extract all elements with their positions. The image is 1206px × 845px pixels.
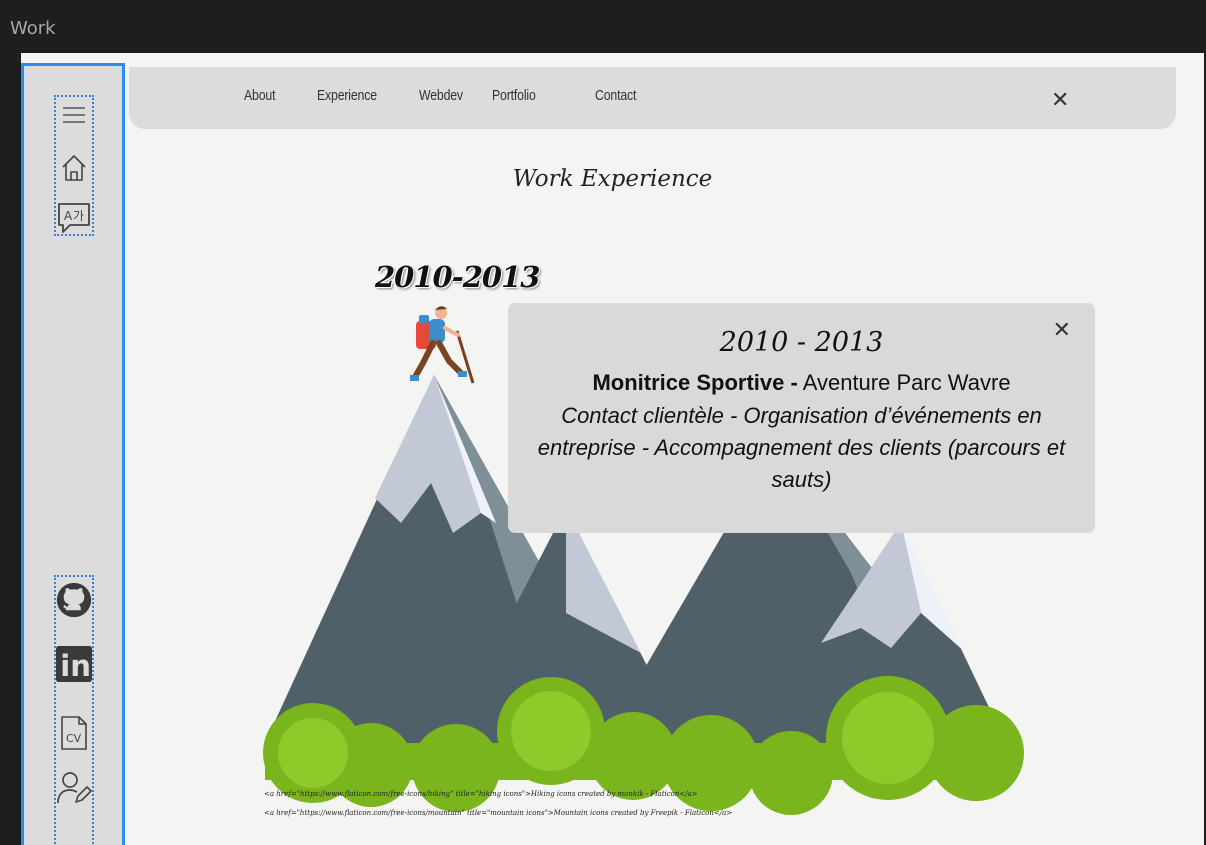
experience-popup: ✕ 2010 - 2013 Monitrice Sportive - Avent… [508,303,1095,533]
page-frame: A가 in CV About Experience Webdev Portfol… [21,53,1204,845]
popup-years: 2010 - 2013 [719,327,884,358]
hiker-figure [410,306,475,384]
popup-role: Monitrice Sportive - [592,370,798,395]
popup-company: Aventure Parc Wavre [797,370,1011,395]
credit-mountain: <a href="https://www.flaticon.com/free-i… [264,809,733,817]
popup-close-icon[interactable]: ✕ [1053,317,1071,343]
credit-hiking: <a href="https://www.flaticon.com/free-i… [264,790,698,798]
window-title: Work [10,18,56,39]
timeline-year-tag[interactable]: 2010-2013 [375,260,540,294]
popup-role-line: Monitrice Sportive - Aventure Parc Wavre [524,370,1079,396]
popup-description: Contact clientèle - Organisation d’événe… [537,403,1066,492]
